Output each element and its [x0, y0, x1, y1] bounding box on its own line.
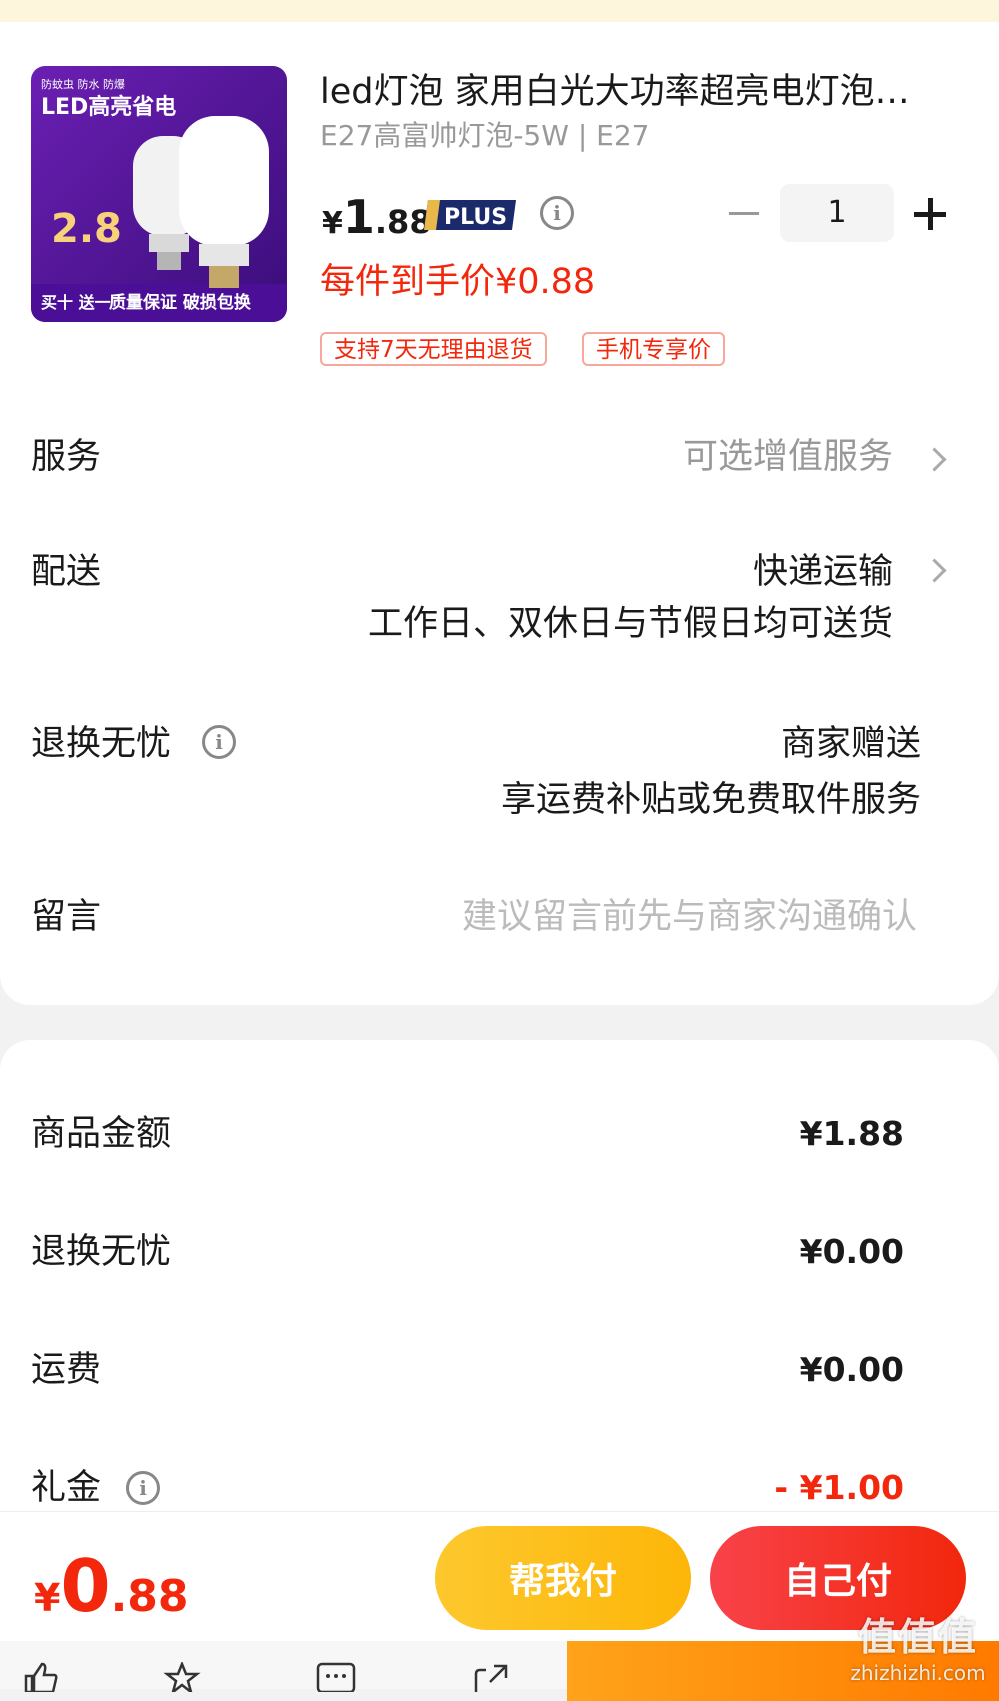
- top-strip: [0, 0, 999, 22]
- amount-gift-label: 礼金: [31, 1468, 102, 1508]
- amount-goods-label: 商品金额: [31, 1114, 172, 1154]
- tag-7day-return: 支持7天无理由退货: [320, 332, 547, 366]
- amount-shipping-label: 运费: [31, 1350, 102, 1390]
- minus-icon: [729, 211, 759, 215]
- hand-price: 每件到手价¥0.88: [320, 262, 596, 302]
- gift-info-icon[interactable]: i: [126, 1471, 160, 1505]
- product-spec[interactable]: E27高富帅灯泡-5W | E27: [320, 118, 649, 154]
- thumbs-up-icon[interactable]: [20, 1662, 60, 1696]
- amount-return-value: ¥0.00: [799, 1232, 904, 1271]
- amount-shipping-value: ¥0.00: [799, 1350, 904, 1389]
- image-promo-left: 买十 送一: [41, 293, 111, 312]
- delivery-label: 配送: [31, 552, 102, 592]
- delivery-note: 工作日、双休日与节假日均可送货: [367, 604, 893, 644]
- image-small-text: 防蚊虫 防水 防爆: [41, 77, 125, 91]
- return-note: 享运费补贴或免费取件服务: [500, 780, 921, 820]
- quantity-input[interactable]: 1: [780, 184, 894, 242]
- total-price: ¥ 0 .88: [34, 1550, 189, 1622]
- return-info-icon[interactable]: i: [202, 725, 236, 759]
- watermark: 值值值 zhizhizhi.com: [848, 1606, 988, 1685]
- message-icon[interactable]: [316, 1662, 356, 1696]
- price-integer: 1: [342, 190, 375, 244]
- share-icon[interactable]: [472, 1662, 512, 1696]
- return-label: 退换无忧: [31, 724, 172, 764]
- watermark-logo: 值值值: [857, 1614, 978, 1659]
- price-currency: ¥: [322, 206, 343, 241]
- price-info-icon[interactable]: i: [540, 196, 574, 230]
- image-price: 2.8: [51, 206, 122, 252]
- delivery-method[interactable]: 快递运输: [753, 550, 893, 594]
- plus-badge: PLUS: [420, 198, 520, 232]
- plus-badge-label: PLUS: [444, 205, 507, 230]
- return-value: 商家赠送: [780, 724, 921, 764]
- quantity-increase-button[interactable]: [910, 194, 950, 234]
- amount-return-label: 退换无忧: [31, 1232, 172, 1272]
- product-price: ¥ 1 .88: [322, 190, 432, 244]
- quantity-decrease-button[interactable]: [722, 198, 766, 228]
- watermark-url: zhizhizhi.com: [850, 1661, 986, 1685]
- tag-mobile-exclusive: 手机专享价: [582, 332, 725, 366]
- product-title[interactable]: led灯泡 家用白光大功率超亮电灯泡…: [320, 70, 940, 114]
- image-headline: LED高亮省电: [41, 94, 176, 120]
- amount-goods-value: ¥1.88: [799, 1114, 904, 1153]
- star-icon[interactable]: [162, 1660, 202, 1696]
- product-image[interactable]: 防蚊虫 防水 防爆 LED高亮省电 2.8 买十 送一 质量保证 破损包换: [31, 66, 287, 322]
- message-label: 留言: [31, 897, 102, 937]
- service-value[interactable]: 可选增值服务: [683, 435, 893, 479]
- total-decimal: .88: [110, 1571, 189, 1622]
- service-label: 服务: [31, 437, 102, 477]
- image-promo-right: 质量保证 破损包换: [109, 292, 252, 313]
- amount-gift-value: - ¥1.00: [774, 1468, 904, 1507]
- total-integer: 0: [60, 1544, 111, 1628]
- total-currency: ¥: [34, 1576, 61, 1620]
- message-input[interactable]: 建议留言前先与商家沟通确认: [462, 895, 917, 939]
- help-pay-button[interactable]: 帮我付: [435, 1526, 691, 1630]
